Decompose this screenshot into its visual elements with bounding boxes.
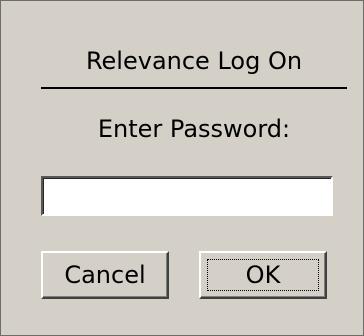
ok-button[interactable]: OK <box>199 251 327 299</box>
cancel-button[interactable]: Cancel <box>41 251 169 299</box>
cancel-button-label: Cancel <box>64 261 146 289</box>
logon-dialog: Relevance Log On Enter Password: Cancel … <box>0 0 364 336</box>
title-divider <box>41 87 347 89</box>
ok-button-label: OK <box>245 261 281 289</box>
password-field[interactable] <box>41 176 333 216</box>
password-prompt-label: Enter Password: <box>97 115 291 143</box>
dialog-title: Relevance Log On <box>85 47 303 75</box>
